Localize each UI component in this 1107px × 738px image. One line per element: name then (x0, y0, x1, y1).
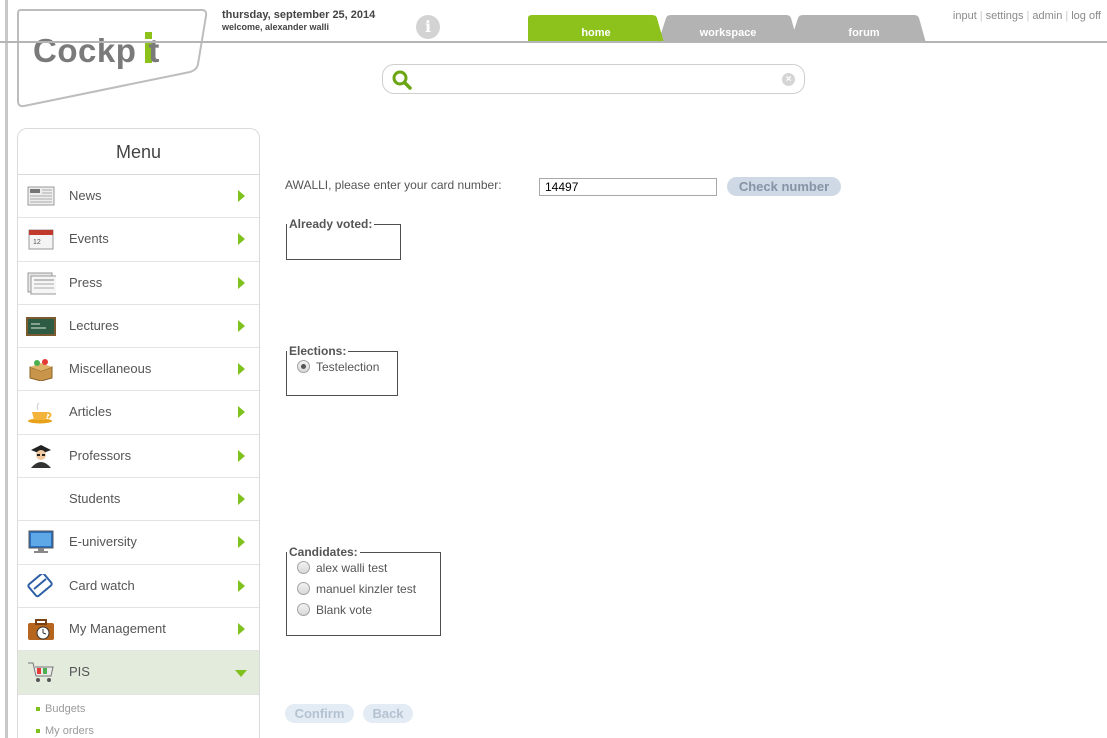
sidebar-item-label: Professors (69, 447, 132, 463)
newspaper-icon (27, 186, 55, 206)
candidates-legend: Candidates: (289, 545, 358, 559)
sidebar-item-label: Events (69, 231, 109, 247)
left-border (5, 0, 8, 738)
candidate-option[interactable]: Blank vote (297, 601, 434, 622)
sidebar-item-label: Miscellaneous (69, 361, 152, 377)
sidebar-item-lectures[interactable]: Lectures (18, 305, 259, 349)
chevron-right-icon (238, 406, 245, 419)
chevron-right-icon (238, 233, 245, 246)
sidebar-item-label: PIS (69, 664, 90, 680)
sidebar-item-label: E-university (69, 534, 137, 550)
link-settings[interactable]: settings (986, 10, 1024, 22)
menu-title: Menu (18, 129, 259, 175)
pis-submenu: Budgets My orders (18, 695, 259, 738)
chevron-down-icon (235, 670, 247, 678)
already-voted-legend: Already voted: (289, 217, 373, 231)
search-input[interactable] (417, 71, 777, 89)
sidebar-item-e-university[interactable]: E-university (18, 521, 259, 565)
check-number-button[interactable]: Check number (727, 177, 841, 196)
link-log-off[interactable]: log off (1071, 10, 1101, 22)
elections-group: Elections: Testelection (286, 344, 398, 396)
sidebar-menu: Menu News 12 Events Press Lectures Misce… (17, 128, 260, 738)
cart-icon (28, 662, 54, 683)
sidebar-item-press[interactable]: Press (18, 262, 259, 305)
confirm-button[interactable]: Confirm (285, 704, 354, 723)
sidebar-item-news[interactable]: News (18, 175, 259, 219)
submenu-item-my-orders[interactable]: My orders (36, 725, 259, 738)
sidebar-item-students[interactable]: Students (18, 478, 259, 522)
sidebar-item-events[interactable]: 12 Events (18, 218, 259, 262)
tab-home[interactable]: home (528, 15, 664, 43)
clear-search-icon[interactable]: × (782, 73, 795, 86)
search-bar: × (382, 64, 805, 94)
radio-button[interactable] (297, 561, 310, 574)
link-input[interactable]: input (953, 10, 977, 22)
link-admin[interactable]: admin (1032, 10, 1062, 22)
sidebar-item-articles[interactable]: Articles (18, 391, 259, 435)
welcome-text: welcome, alexander walli (222, 22, 330, 32)
candidate-label: manuel kinzler test (316, 582, 417, 596)
tab-forum[interactable]: forum (790, 15, 926, 43)
card-icon (27, 573, 53, 597)
sidebar-item-label: Articles (69, 404, 112, 420)
monitor-icon (28, 530, 54, 554)
sidebar-item-label: News (69, 188, 102, 203)
election-label: Testelection (316, 360, 380, 374)
chevron-right-icon (238, 449, 245, 462)
chevron-right-icon (238, 536, 245, 549)
header-divider (0, 41, 1107, 43)
current-date: thursday, september 25, 2014 (222, 9, 376, 21)
tab-workspace[interactable]: workspace (658, 15, 798, 43)
election-option[interactable]: Testelection (297, 358, 391, 379)
sidebar-item-label: Press (69, 274, 103, 290)
chevron-right-icon (238, 190, 245, 202)
radio-button-selected[interactable] (297, 360, 310, 373)
sidebar-item-label: Lectures (69, 317, 119, 333)
candidate-option[interactable]: alex walli test (297, 559, 434, 580)
chevron-right-icon (238, 579, 245, 592)
submenu-item-budgets[interactable]: Budgets (36, 703, 259, 725)
search-icon[interactable] (391, 69, 413, 91)
candidate-label: Blank vote (316, 603, 373, 617)
info-icon[interactable]: i (416, 15, 440, 39)
calendar-icon: 12 (28, 229, 54, 250)
chevron-right-icon (238, 363, 245, 376)
sidebar-item-professors[interactable]: Professors (18, 435, 259, 479)
professor-icon (31, 444, 51, 468)
chevron-right-icon (238, 493, 245, 506)
candidate-option[interactable]: manuel kinzler test (297, 580, 434, 601)
blackboard-icon (26, 316, 56, 336)
card-number-input[interactable] (539, 178, 717, 196)
briefcase-clock-icon (28, 618, 54, 640)
top-links: input | settings | admin | log off (952, 10, 1101, 22)
sidebar-item-my-management[interactable]: My Management (18, 608, 259, 652)
chevron-right-icon (238, 276, 245, 289)
already-voted-group: Already voted: (286, 217, 401, 260)
press-icon (27, 272, 56, 295)
chevron-right-icon (238, 319, 245, 332)
sidebar-item-miscellaneous[interactable]: Miscellaneous (18, 348, 259, 392)
box-icon (29, 359, 53, 382)
sidebar-item-label: Students (69, 491, 121, 507)
candidates-group: Candidates: alex walli test manuel kinzl… (286, 545, 441, 636)
sidebar-item-card-watch[interactable]: Card watch (18, 565, 259, 608)
radio-button[interactable] (297, 603, 310, 616)
back-button[interactable]: Back (363, 704, 413, 723)
candidate-label: alex walli test (316, 561, 388, 575)
sidebar-item-pis[interactable]: PIS (18, 651, 259, 695)
coffee-cup-icon (28, 403, 52, 424)
svg-text:12: 12 (33, 239, 41, 246)
sidebar-item-label: My Management (69, 620, 166, 636)
card-number-prompt: AWALLI, please enter your card number: (285, 178, 502, 192)
sidebar-item-label: Card watch (69, 577, 135, 593)
logo-text: Cockp t (33, 32, 160, 69)
radio-button[interactable] (297, 582, 310, 595)
chevron-right-icon (238, 622, 245, 635)
elections-legend: Elections: (289, 344, 347, 358)
